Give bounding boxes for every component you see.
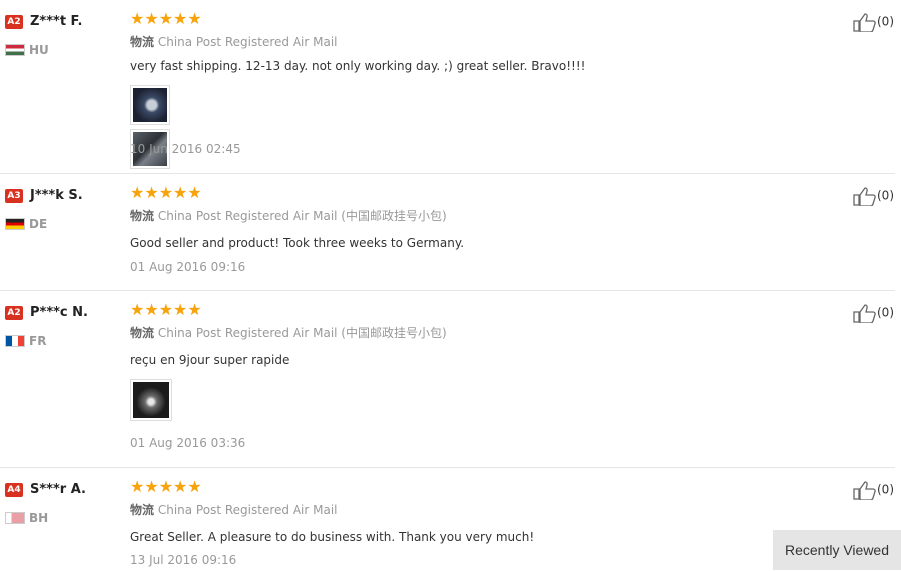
logistics-label: 物流: [130, 209, 155, 223]
logistics-info: 物流 China Post Registered Air Mail: [130, 501, 337, 518]
reviewer-name: P***c N.: [30, 305, 88, 320]
review-date: 01 Aug 2016 03:36: [130, 436, 246, 450]
logistics-label: 物流: [130, 35, 155, 49]
reviewer-country: DE: [5, 213, 125, 231]
review-photo-thumbnail[interactable]: [130, 85, 170, 125]
review-text: Great Seller. A pleasure to do business …: [130, 530, 535, 544]
logistics-info: 物流 China Post Registered Air Mail (中国邮政挂…: [130, 324, 447, 341]
star-rating: ★★★★★: [130, 9, 202, 28]
reviewer-name: S***r A.: [30, 482, 86, 497]
reviewer-info: A2 Z***t F. HU: [5, 11, 125, 57]
review-photos: [130, 85, 175, 173]
hungary-flag-icon: [5, 43, 25, 56]
germany-flag-icon: [5, 217, 25, 230]
review-item: A2 P***c N. FR ★★★★★ 物流 China Post Regist…: [0, 291, 895, 468]
photo-image: [133, 382, 169, 418]
logistics-label: 物流: [130, 503, 155, 517]
country-code: DE: [29, 216, 48, 231]
buyer-level-badge: A4: [5, 482, 23, 497]
buyer-level-badge: A2: [5, 14, 23, 29]
thumbs-up-icon: [853, 481, 876, 501]
review-date: 13 Jul 2016 09:16: [130, 553, 237, 567]
reviewer-country: BH: [5, 507, 125, 525]
france-flag-icon: [5, 334, 25, 347]
reviewer-info: A3 J***k S. DE: [5, 185, 125, 231]
helpful-button[interactable]: (0): [853, 303, 894, 324]
helpful-count: (0): [877, 14, 894, 29]
star-rating: ★★★★★: [130, 477, 202, 496]
country-code: HU: [29, 42, 49, 57]
review-date: 10 Jun 2016 02:45: [130, 142, 241, 156]
thumbs-up-icon: [853, 13, 876, 33]
star-rating: ★★★★★: [130, 300, 202, 319]
helpful-count: (0): [877, 305, 894, 320]
logistics-info: 物流 China Post Registered Air Mail (中国邮政挂…: [130, 207, 447, 224]
country-code: FR: [29, 333, 47, 348]
logistics-label: 物流: [130, 326, 155, 340]
thumbs-up-icon: [853, 304, 876, 324]
helpful-count: (0): [877, 482, 894, 497]
review-item: A4 S***r A. BH ★★★★★ 物流 China Post Regist…: [0, 468, 895, 571]
reviewer-info: A2 P***c N. FR: [5, 302, 125, 348]
logistics-method: China Post Registered Air Mail: [157, 35, 338, 49]
reviewer-country: HU: [5, 39, 125, 57]
buyer-level-badge: A3: [5, 188, 23, 203]
reviewer-name: J***k S.: [30, 188, 83, 203]
review-text: Good seller and product! Took three week…: [130, 236, 465, 250]
review-photo-thumbnail[interactable]: [130, 379, 172, 421]
reviewer-country: FR: [5, 330, 125, 348]
review-item: A2 Z***t F. HU ★★★★★ 物流 China Post Regist…: [0, 0, 895, 174]
logistics-method: China Post Registered Air Mail: [157, 503, 338, 517]
recently-viewed-button[interactable]: Recently Viewed: [773, 530, 901, 570]
bahrain-flag-icon: [5, 511, 25, 524]
review-item: A3 J***k S. DE ★★★★★ 物流 China Post Regist…: [0, 174, 895, 291]
country-code: BH: [29, 510, 49, 525]
buyer-level-badge: A2: [5, 305, 23, 320]
logistics-info: 物流 China Post Registered Air Mail: [130, 33, 337, 50]
thumbs-up-icon: [853, 187, 876, 207]
logistics-method: China Post Registered Air Mail (中国邮政挂号小包…: [157, 326, 447, 340]
logistics-method: China Post Registered Air Mail (中国邮政挂号小包…: [157, 209, 447, 223]
helpful-button[interactable]: (0): [853, 480, 894, 501]
review-date: 01 Aug 2016 09:16: [130, 260, 246, 274]
helpful-count: (0): [877, 188, 894, 203]
reviewer-name: Z***t F.: [30, 14, 83, 29]
photo-image: [133, 88, 167, 122]
star-rating: ★★★★★: [130, 183, 202, 202]
helpful-button[interactable]: (0): [853, 12, 894, 33]
helpful-button[interactable]: (0): [853, 186, 894, 207]
review-photos: [130, 379, 177, 425]
review-text: reçu en 9jour super rapide: [130, 353, 290, 367]
review-text: very fast shipping. 12-13 day. not only …: [130, 59, 586, 73]
reviewer-info: A4 S***r A. BH: [5, 479, 125, 525]
